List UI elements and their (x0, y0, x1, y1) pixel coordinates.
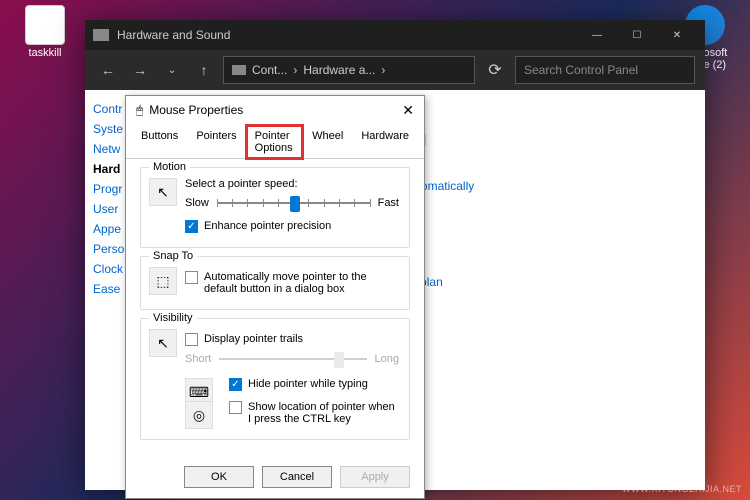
slider-thumb[interactable] (290, 196, 300, 212)
minimize-button[interactable]: — (577, 20, 617, 50)
breadcrumb-icon (232, 65, 246, 75)
close-button[interactable]: ✕ (657, 20, 697, 50)
motion-title: Motion (149, 161, 190, 173)
snap-icon: ⬚ (149, 267, 177, 295)
mouse-icon: 🖱 (136, 103, 143, 118)
ctrl-locate-checkbox[interactable] (229, 401, 242, 414)
trails-slider (219, 350, 366, 368)
ctrl-locate-icon: ◎ (185, 401, 213, 429)
forward-button[interactable]: → (127, 57, 153, 83)
speed-label: Select a pointer speed: (185, 178, 399, 190)
search-input[interactable]: Search Control Panel (515, 56, 695, 84)
titlebar: Hardware and Sound — ☐ ✕ (85, 20, 705, 50)
enhance-precision-checkbox[interactable]: ✓ (185, 220, 198, 233)
dialog-close-button[interactable]: ✕ (402, 102, 414, 119)
hide-typing-checkbox[interactable]: ✓ (229, 378, 242, 391)
address-bar[interactable]: Cont... › Hardware a... › (223, 56, 475, 84)
dialog-tabs: Buttons Pointers Pointer Options Wheel H… (126, 124, 424, 159)
desktop-icon-label: taskkill (15, 47, 75, 59)
maximize-button[interactable]: ☐ (617, 20, 657, 50)
watermark-logo-icon (592, 469, 616, 489)
breadcrumb-current[interactable]: Hardware a... (303, 63, 375, 77)
apply-button: Apply (340, 466, 410, 488)
long-label: Long (375, 353, 399, 365)
app-icon (93, 29, 109, 41)
breadcrumb-sep: › (381, 63, 385, 77)
ok-button[interactable]: OK (184, 466, 254, 488)
motion-group: Motion ↖ Select a pointer speed: Slow Fa… (140, 167, 410, 248)
search-placeholder: Search Control Panel (524, 63, 638, 77)
enhance-precision-label: Enhance pointer precision (204, 220, 331, 232)
slow-label: Slow (185, 197, 209, 209)
visibility-group: Visibility ↖ Display pointer trails Shor… (140, 318, 410, 440)
snap-checkbox[interactable] (185, 271, 198, 284)
trails-checkbox[interactable] (185, 333, 198, 346)
tab-pointer-options[interactable]: Pointer Options (246, 125, 303, 159)
refresh-button[interactable]: ⟳ (481, 56, 509, 84)
tab-buttons[interactable]: Buttons (132, 125, 187, 159)
visibility-title: Visibility (149, 312, 197, 324)
file-icon (25, 5, 65, 45)
toolbar: ← → ⌄ ↑ Cont... › Hardware a... › ⟳ Sear… (85, 50, 705, 90)
snap-title: Snap To (149, 250, 197, 262)
back-button[interactable]: ← (95, 57, 121, 83)
history-button[interactable]: ⌄ (159, 57, 185, 83)
short-label: Short (185, 353, 211, 365)
speed-slider[interactable] (217, 194, 370, 212)
trails-icon: ↖ (149, 329, 177, 357)
watermark: 系统之家 WWW.XITONGZHIJIA.NET (592, 464, 742, 494)
breadcrumb-root[interactable]: Cont... (252, 63, 287, 77)
tab-wheel[interactable]: Wheel (303, 125, 352, 159)
desktop-icon-taskkill[interactable]: taskkill (15, 5, 75, 59)
cursor-icon: ↖ (149, 178, 177, 206)
breadcrumb-sep: › (293, 63, 297, 77)
watermark-brand: 系统之家 (622, 464, 742, 484)
snap-label: Automatically move pointer to the defaul… (204, 271, 399, 295)
hide-typing-label: Hide pointer while typing (248, 378, 368, 390)
up-button[interactable]: ↑ (191, 57, 217, 83)
mouse-properties-dialog: 🖱 Mouse Properties ✕ Buttons Pointers Po… (125, 95, 425, 499)
dialog-footer: OK Cancel Apply (126, 456, 424, 498)
fast-label: Fast (378, 197, 399, 209)
dialog-title-text: Mouse Properties (149, 103, 243, 117)
cancel-button[interactable]: Cancel (262, 466, 332, 488)
watermark-url: WWW.XITONGZHIJIA.NET (622, 484, 742, 494)
tab-hardware[interactable]: Hardware (352, 125, 418, 159)
snap-group: Snap To ⬚ Automatically move pointer to … (140, 256, 410, 310)
dialog-titlebar: 🖱 Mouse Properties ✕ (126, 96, 424, 124)
tab-pointers[interactable]: Pointers (187, 125, 245, 159)
window-title: Hardware and Sound (117, 28, 230, 42)
trails-label: Display pointer trails (204, 333, 303, 345)
ctrl-locate-label: Show location of pointer when I press th… (248, 401, 399, 425)
